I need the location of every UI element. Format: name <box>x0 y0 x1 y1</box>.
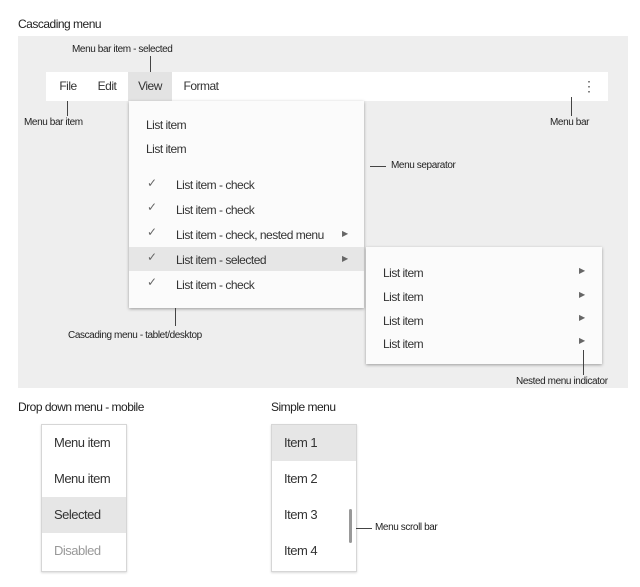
annotation-menubar-selected: Menu bar item - selected <box>72 44 173 55</box>
annotation-line-separator <box>370 166 386 167</box>
menubar-item-format[interactable]: Format <box>180 72 222 101</box>
submenu-arrow-icon: ▶ <box>579 313 586 322</box>
vertical-ellipsis-icon[interactable]: ⋮ <box>582 79 596 94</box>
submenu-arrow-icon: ▶ <box>342 229 349 238</box>
cascading-menu-title: Cascading menu <box>18 17 102 31</box>
menubar-item-edit[interactable]: Edit <box>92 72 122 101</box>
annotation-scroll-bar: Menu scroll bar <box>375 522 438 533</box>
annotation-line-scroll <box>356 528 372 529</box>
annotation-separator: Menu separator <box>391 160 456 171</box>
menu-list-item[interactable]: List item <box>146 142 187 156</box>
menu-list-item[interactable]: List item <box>146 118 187 132</box>
annotation-menubar-item: Menu bar item <box>24 117 83 128</box>
annotation-cascading: Cascading menu - tablet/desktop <box>68 330 202 341</box>
checkmark-icon: ✓ <box>147 200 158 214</box>
simple-menu-item[interactable]: Item 2 <box>272 461 356 497</box>
dropdown-item[interactable]: Menu item <box>42 461 126 497</box>
submenu-arrow-icon: ▶ <box>579 336 586 345</box>
nested-list-item[interactable]: List item <box>383 290 424 304</box>
nested-list-item[interactable]: List item <box>383 337 424 351</box>
menu-bar: File Edit View Format <box>46 72 608 101</box>
checkmark-icon: ✓ <box>147 275 158 289</box>
menubar-item-file[interactable]: File <box>54 72 82 101</box>
dropdown-item-selected[interactable]: Selected <box>42 497 126 533</box>
menu-list-item-check[interactable]: List item - check <box>176 278 255 292</box>
simple-menu: Item 1 Item 2 Item 3 Item 4 <box>271 424 357 572</box>
checkmark-icon: ✓ <box>147 225 158 239</box>
annotation-nested-indicator: Nested menu indicator <box>516 376 608 387</box>
annotation-line-cascading <box>175 308 176 326</box>
simple-menu-item[interactable]: Item 4 <box>272 533 356 569</box>
nested-list-item[interactable]: List item <box>383 266 424 280</box>
menu-list-item-check[interactable]: List item - check <box>176 203 255 217</box>
nested-list-item[interactable]: List item <box>383 314 424 328</box>
menubar-item-view[interactable]: View <box>128 72 172 101</box>
simple-menu-item-selected[interactable]: Item 1 <box>272 425 356 461</box>
annotation-line-menubar <box>571 97 572 116</box>
dropdown-menu-mobile: Menu item Menu item Selected Disabled <box>41 424 127 572</box>
checkmark-icon: ✓ <box>147 250 158 264</box>
dropdown-item[interactable]: Menu item <box>42 425 126 461</box>
simple-menu-title: Simple menu <box>271 400 336 414</box>
simple-menu-item[interactable]: Item 3 <box>272 497 356 533</box>
annotation-menubar: Menu bar <box>550 117 590 128</box>
submenu-arrow-icon: ▶ <box>579 290 586 299</box>
menu-list-item-check[interactable]: List item - check <box>176 178 255 192</box>
annotation-line-nested-indicator <box>583 350 584 375</box>
annotation-line-selected <box>150 56 151 72</box>
checkmark-icon: ✓ <box>147 176 158 190</box>
menu-scroll-bar[interactable] <box>349 509 352 543</box>
annotation-line-menubar-item <box>67 101 68 116</box>
menu-list-item-selected[interactable]: List item - selected <box>176 253 267 267</box>
dropdown-item-disabled: Disabled <box>54 543 101 558</box>
submenu-arrow-icon: ▶ <box>579 266 586 275</box>
submenu-arrow-icon: ▶ <box>342 254 349 263</box>
menu-list-item-nested[interactable]: List item - check, nested menu <box>176 228 324 242</box>
dropdown-menu-title: Drop down menu - mobile <box>18 400 144 414</box>
